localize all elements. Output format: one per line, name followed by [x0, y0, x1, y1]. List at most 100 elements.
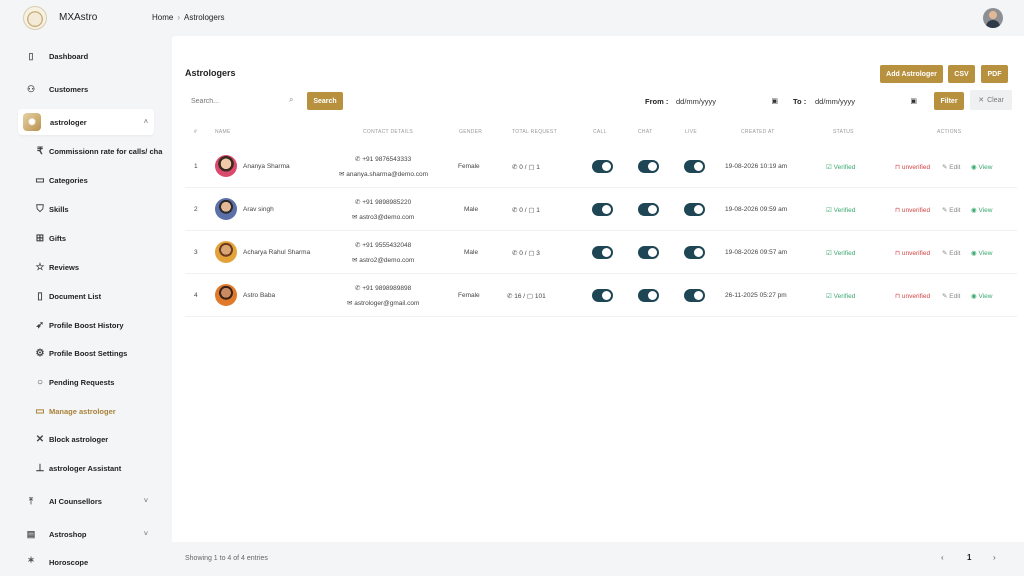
unverify-label: unverified — [901, 164, 931, 171]
chevron-down-icon: ˅ — [143, 497, 148, 505]
live-toggle[interactable] — [684, 246, 705, 259]
view-button[interactable]: ◉ View — [971, 249, 992, 257]
lock-icon: ⊓ — [895, 164, 902, 171]
gift-icon: ⊞ — [35, 232, 45, 244]
sidebar-item-dashboard[interactable]: ▯ Dashboard — [18, 43, 154, 69]
row-gender: Male — [464, 249, 479, 256]
row-email-text: ananya.sharma@demo.com — [346, 171, 429, 178]
search-input[interactable] — [185, 92, 303, 110]
sidebar-sub-block-astrologer[interactable]: ✕ Block astrologer — [34, 429, 166, 449]
page-title: Astrologers — [185, 68, 236, 78]
sidebar-sub-astrologer-assistant[interactable]: ⊥ astrologer Assistant — [34, 458, 166, 478]
row-total-request: ✆ 0 / ▢ 3 — [512, 250, 540, 257]
view-label: View — [978, 250, 993, 257]
column-header-chat: Chat — [638, 129, 653, 135]
add-astrologer-button[interactable]: Add Astrologer — [880, 65, 943, 83]
status-label: Verified — [833, 293, 856, 300]
row-chats: 1 — [536, 164, 540, 171]
breadcrumb-home[interactable]: Home — [152, 13, 173, 22]
search-button[interactable]: Search — [307, 92, 343, 110]
view-button[interactable]: ◉ View — [971, 292, 992, 300]
search-icon[interactable]: ⌕ — [289, 95, 293, 105]
call-toggle[interactable] — [592, 246, 613, 259]
sidebar-sub-manage-astrologer[interactable]: ▭ Manage astrologer — [34, 401, 166, 421]
edit-label: Edit — [949, 207, 961, 214]
live-toggle[interactable] — [684, 160, 705, 173]
sidebar-item-customers[interactable]: ⚇ Customers — [18, 76, 154, 102]
row-created-at: 19-08-2026 09:59 am — [725, 206, 788, 213]
row-index: 3 — [194, 249, 198, 256]
user-avatar[interactable] — [983, 8, 1003, 28]
view-label: View — [978, 207, 993, 214]
pdf-button[interactable]: PDF — [981, 65, 1008, 83]
unverify-button[interactable]: ⊓ unverified — [895, 249, 930, 257]
sidebar: ▯ Dashboard ⚇ Customers ✺ astrologer ˄ ₹… — [0, 36, 172, 576]
sidebar-sub-gifts[interactable]: ⊞ Gifts — [34, 228, 166, 248]
call-toggle[interactable] — [592, 160, 613, 173]
sidebar-item-label: Horoscope — [49, 558, 89, 567]
chat-toggle[interactable] — [638, 203, 659, 216]
edit-button[interactable]: ✎ Edit — [942, 292, 960, 300]
chat-toggle[interactable] — [638, 160, 659, 173]
unverify-button[interactable]: ⊓ unverified — [895, 163, 930, 171]
sidebar-item-label: AI Counsellors — [49, 496, 102, 506]
sidebar-sub-skills[interactable]: ⛉ Skills — [34, 199, 166, 219]
row-name: Arav singh — [243, 206, 274, 213]
sidebar-sub-label: Reviews — [49, 262, 80, 272]
filter-button[interactable]: Filter — [934, 92, 964, 110]
avatar — [215, 155, 237, 177]
row-email: ✉ ananya.sharma@demo.com — [339, 170, 428, 178]
live-toggle[interactable] — [684, 289, 705, 302]
to-date-value: dd/mm/yyyy — [815, 96, 856, 106]
status-badge: ☑ Verified — [826, 249, 855, 257]
view-button[interactable]: ◉ View — [971, 163, 992, 171]
sidebar-sub-reviews[interactable]: ☆ Reviews — [34, 257, 166, 277]
csv-button[interactable]: CSV — [948, 65, 975, 83]
status-badge: ☑ Verified — [826, 292, 855, 300]
call-toggle[interactable] — [592, 289, 613, 302]
chat-icon: ▢ — [526, 293, 535, 300]
sidebar-sub-label: Document List — [49, 291, 102, 301]
sidebar-sub-profile-boost-history[interactable]: ➶ Profile Boost History — [34, 315, 166, 335]
sidebar-sub-document-list[interactable]: ▯ Document List — [34, 286, 166, 306]
call-toggle[interactable] — [592, 203, 613, 216]
upload-icon: ⤒ — [29, 495, 33, 506]
next-page-icon[interactable]: › — [993, 553, 996, 562]
unverify-button[interactable]: ⊓ unverified — [895, 206, 930, 214]
from-date-value: dd/mm/yyyy — [676, 96, 717, 106]
row-phone-text: +91 9898989898 — [362, 285, 412, 292]
sidebar-item-label: astrologer — [50, 117, 87, 127]
sidebar-sub-profile-boost-settings[interactable]: ⚙ Profile Boost Settings — [34, 343, 166, 363]
view-button[interactable]: ◉ View — [971, 206, 992, 214]
sidebar-item-astroshop[interactable]: ▤ Astroshop ˅ — [18, 521, 154, 547]
star-icon: ☆ — [35, 261, 45, 273]
sidebar-item-horoscope[interactable]: ✶ Horoscope — [18, 553, 154, 568]
edit-button[interactable]: ✎ Edit — [942, 163, 960, 171]
chat-toggle[interactable] — [638, 246, 659, 259]
unverify-button[interactable]: ⊓ unverified — [895, 292, 930, 300]
row-gender: Female — [458, 163, 480, 170]
page-number[interactable]: 1 — [967, 553, 971, 562]
clear-button[interactable]: ✕ Clear — [970, 90, 1012, 110]
edit-button[interactable]: ✎ Edit — [942, 249, 960, 257]
edit-button[interactable]: ✎ Edit — [942, 206, 960, 214]
calendar-icon[interactable]: ▣ — [771, 97, 778, 105]
chat-toggle[interactable] — [638, 289, 659, 302]
live-toggle[interactable] — [684, 203, 705, 216]
document-icon: ▯ — [37, 290, 43, 302]
sidebar-sub-categories[interactable]: ▭ Categories — [34, 170, 166, 190]
from-date-input[interactable]: dd/mm/yyyy ▣ — [672, 93, 782, 109]
row-email: ✉ astro2@demo.com — [352, 256, 414, 264]
to-date-input[interactable]: dd/mm/yyyy ▣ — [811, 93, 921, 109]
gear-icon: ⚙ — [35, 347, 45, 359]
brand-logo[interactable] — [23, 6, 47, 30]
calendar-icon[interactable]: ▣ — [910, 97, 917, 105]
users-icon: ⚇ — [26, 83, 36, 94]
horoscope-icon: ✶ — [27, 554, 35, 565]
sidebar-item-ai-counsellors[interactable]: ⤒ AI Counsellors ˅ — [18, 488, 154, 514]
sidebar-item-astrologer[interactable]: ✺ astrologer ˄ — [18, 109, 154, 135]
row-calls: 16 — [514, 293, 522, 300]
sidebar-sub-pending-requests[interactable]: ○ Pending Requests — [34, 372, 166, 392]
sidebar-sub-commission[interactable]: ₹ Commissionn rate for calls/ cha — [34, 141, 166, 161]
prev-page-icon[interactable]: ‹ — [941, 553, 944, 562]
